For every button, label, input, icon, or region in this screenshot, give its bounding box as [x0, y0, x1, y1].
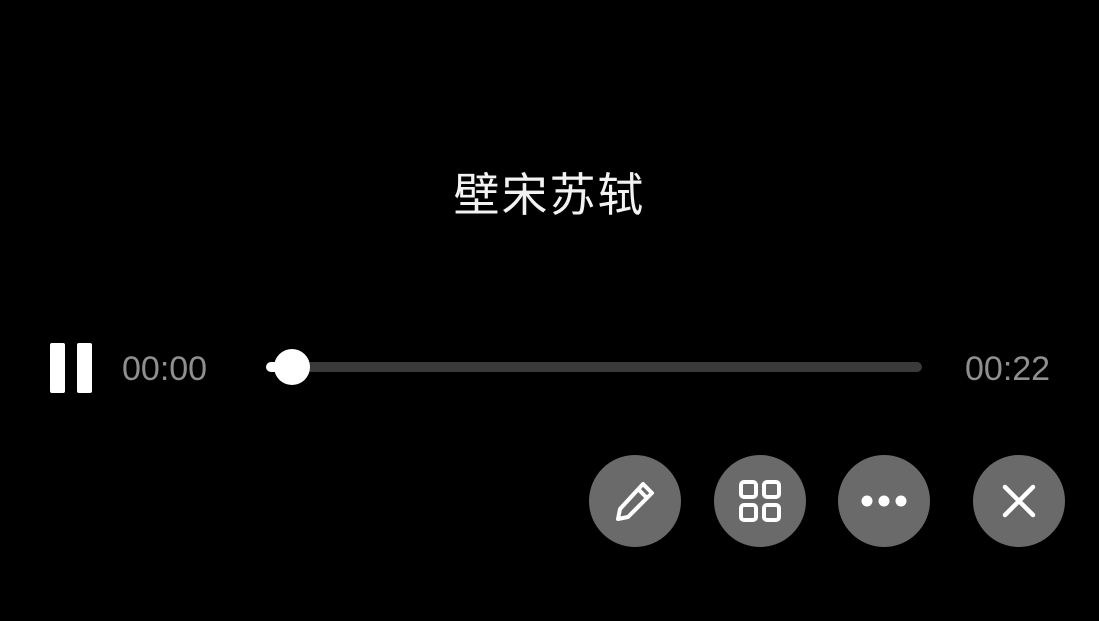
- track-title: 壁宋苏轼: [453, 168, 646, 222]
- total-time: 00:22: [965, 350, 1051, 388]
- seek-thumb[interactable]: [274, 349, 311, 385]
- pause-icon-bar: [77, 343, 92, 393]
- close-button[interactable]: [973, 455, 1065, 547]
- seek-bar[interactable]: [266, 349, 922, 385]
- pencil-icon: [616, 482, 654, 521]
- edit-button[interactable]: [589, 455, 681, 547]
- seek-track: [266, 362, 922, 372]
- pause-button[interactable]: [46, 340, 98, 396]
- media-player: 壁宋苏轼 00:00 00:22: [0, 0, 1099, 621]
- pause-icon: [50, 343, 65, 393]
- close-icon: [1002, 484, 1036, 518]
- current-time: 00:00: [122, 350, 208, 388]
- grid-button[interactable]: [714, 455, 806, 547]
- action-bar: [0, 455, 1099, 547]
- more-button[interactable]: [838, 455, 930, 547]
- grid-icon: [739, 480, 781, 522]
- more-icon: [861, 495, 907, 507]
